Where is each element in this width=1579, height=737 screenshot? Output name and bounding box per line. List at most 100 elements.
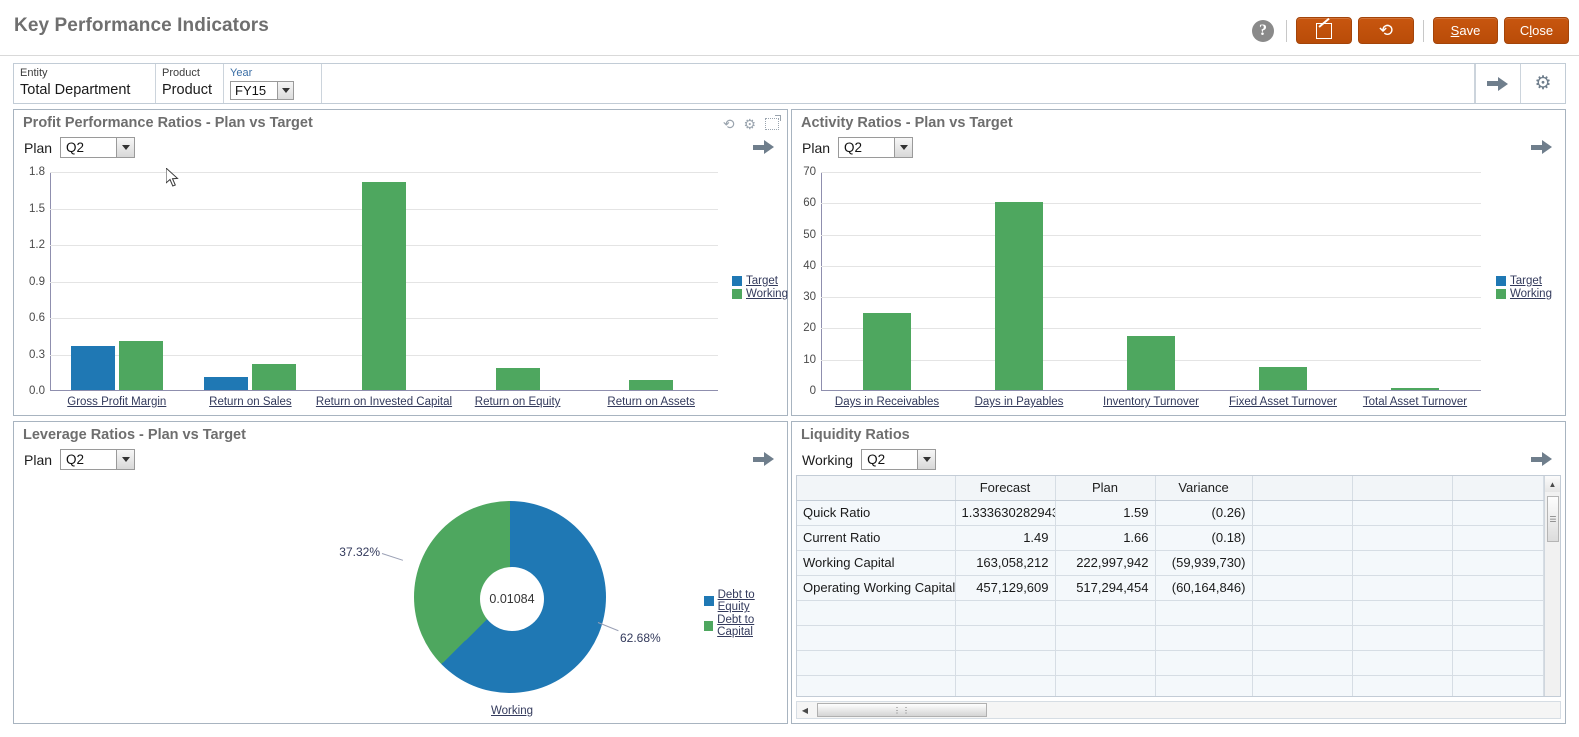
empty-cell[interactable] — [797, 625, 956, 651]
liquidity-grid[interactable]: Forecast Plan Variance Quick Ratio 1.333630… — [796, 475, 1561, 697]
empty-cell[interactable] — [1155, 600, 1253, 626]
liquidity-working-select[interactable]: Q2 — [861, 449, 937, 470]
column-header-variance[interactable]: Variance — [1155, 476, 1253, 501]
empty-cell[interactable] — [1252, 600, 1353, 626]
empty-cell[interactable] — [1155, 650, 1253, 676]
help-icon[interactable]: ? — [1252, 19, 1274, 42]
scroll-up-icon[interactable]: ▲ — [1545, 476, 1560, 492]
empty-cell[interactable] — [1452, 500, 1544, 526]
empty-cell[interactable] — [1352, 500, 1453, 526]
x-axis-category-label[interactable]: Gross Profit Margin — [67, 396, 166, 408]
empty-cell[interactable] — [1452, 675, 1544, 696]
empty-cell[interactable] — [1352, 525, 1453, 551]
variance-cell[interactable]: (0.26) — [1155, 500, 1253, 526]
variance-cell[interactable]: (60,164,846) — [1155, 575, 1253, 601]
empty-cell[interactable] — [955, 675, 1056, 696]
forecast-cell[interactable]: 457,129,609 — [955, 575, 1056, 601]
legend-item[interactable]: Working — [732, 288, 788, 300]
empty-cell[interactable] — [797, 675, 956, 696]
refresh-icon[interactable]: ⟳ — [723, 116, 735, 132]
pov-settings-button[interactable]: ⚙ — [1520, 64, 1565, 103]
horizontal-scrollbar[interactable]: ◀ ⋮⋮ — [796, 701, 1561, 719]
leverage-plan-select[interactable]: Q2 — [60, 449, 136, 470]
scroll-left-icon[interactable]: ◀ — [797, 702, 813, 718]
x-axis-category-label[interactable]: Inventory Turnover — [1103, 396, 1199, 408]
save-button[interactable]: Save — [1433, 17, 1498, 44]
grid-expand-icon[interactable] — [765, 115, 781, 130]
empty-cell[interactable] — [1055, 625, 1156, 651]
empty-cell[interactable] — [1155, 625, 1253, 651]
pov-go-button[interactable] — [1475, 64, 1520, 103]
empty-cell[interactable] — [1452, 525, 1544, 551]
panel-liquidity-go-button[interactable] — [1531, 452, 1553, 471]
column-header-forecast[interactable]: Forecast — [955, 476, 1056, 501]
empty-cell[interactable] — [1252, 575, 1353, 601]
x-axis-category-label[interactable]: Return on Equity — [475, 396, 561, 408]
empty-cell[interactable] — [1452, 625, 1544, 651]
panel-profit-go-button[interactable] — [753, 140, 775, 159]
empty-cell[interactable] — [797, 650, 956, 676]
refresh-button[interactable]: ⟳ — [1358, 17, 1414, 44]
empty-cell[interactable] — [1352, 675, 1453, 696]
empty-cell[interactable] — [1252, 500, 1353, 526]
empty-cell[interactable] — [955, 600, 1056, 626]
vertical-scrollbar[interactable]: ▲ ☰ — [1544, 476, 1560, 696]
empty-cell[interactable] — [955, 650, 1056, 676]
plan-cell[interactable]: 517,294,454 — [1055, 575, 1156, 601]
x-axis-category-label[interactable]: Return on Assets — [607, 396, 695, 408]
x-axis-category-label[interactable]: Return on Sales — [209, 396, 291, 408]
empty-cell[interactable] — [1055, 600, 1156, 626]
variance-cell[interactable]: (59,939,730) — [1155, 550, 1253, 576]
empty-cell[interactable] — [1252, 650, 1353, 676]
empty-cell[interactable] — [955, 625, 1056, 651]
empty-cell[interactable] — [1352, 600, 1453, 626]
x-axis-category-label[interactable]: Return on Invested Capital — [316, 396, 452, 408]
x-axis-category-label[interactable]: Days in Payables — [975, 396, 1064, 408]
horizontal-scroll-thumb[interactable]: ⋮⋮ — [817, 703, 987, 717]
column-header-blank[interactable] — [1352, 476, 1453, 501]
empty-cell[interactable] — [1452, 600, 1544, 626]
x-axis-category-label[interactable]: Days in Receivables — [835, 396, 939, 408]
pov-product[interactable]: Product Product — [156, 64, 224, 103]
forecast-cell[interactable]: 163,058,212 — [955, 550, 1056, 576]
donut-x-label[interactable]: Working — [491, 705, 533, 717]
variance-cell[interactable]: (0.18) — [1155, 525, 1253, 551]
year-select[interactable]: FY15 — [230, 81, 294, 100]
pov-entity[interactable]: Entity Total Department — [14, 64, 156, 103]
column-header-plan[interactable]: Plan — [1055, 476, 1156, 501]
plan-cell[interactable]: 1.66 — [1055, 525, 1156, 551]
edit-button[interactable] — [1296, 17, 1352, 44]
gear-icon[interactable]: ⚙ — [743, 117, 756, 131]
legend-item[interactable]: Working — [1496, 288, 1552, 300]
empty-cell[interactable] — [1452, 575, 1544, 601]
vertical-scroll-thumb[interactable]: ☰ — [1547, 496, 1559, 542]
empty-cell[interactable] — [1452, 650, 1544, 676]
row-header-cell[interactable]: Operating Working Capital — [797, 575, 956, 601]
empty-cell[interactable] — [1352, 625, 1453, 651]
empty-cell[interactable] — [1252, 625, 1353, 651]
profit-plan-select[interactable]: Q2 — [60, 137, 136, 158]
legend-item[interactable]: Target — [1496, 275, 1552, 287]
plan-cell[interactable]: 1.59 — [1055, 500, 1156, 526]
empty-cell[interactable] — [1452, 550, 1544, 576]
empty-cell[interactable] — [1252, 525, 1353, 551]
empty-cell[interactable] — [797, 600, 956, 626]
empty-cell[interactable] — [1055, 650, 1156, 676]
legend-item[interactable]: Debt to Equity — [704, 589, 787, 613]
row-header-cell[interactable]: Current Ratio — [797, 525, 956, 551]
activity-plan-select[interactable]: Q2 — [838, 137, 914, 158]
empty-cell[interactable] — [1155, 675, 1253, 696]
panel-leverage-go-button[interactable] — [753, 452, 775, 471]
empty-cell[interactable] — [1055, 675, 1156, 696]
row-header-cell[interactable]: Quick Ratio — [797, 500, 956, 526]
x-axis-category-label[interactable]: Total Asset Turnover — [1363, 396, 1467, 408]
plan-cell[interactable]: 222,997,942 — [1055, 550, 1156, 576]
panel-activity-go-button[interactable] — [1531, 140, 1553, 159]
empty-cell[interactable] — [1352, 575, 1453, 601]
legend-item[interactable]: Debt to Capital — [704, 614, 787, 638]
row-header-cell[interactable]: Working Capital — [797, 550, 956, 576]
forecast-cell[interactable]: 1.333630282943 — [955, 500, 1056, 526]
column-header-blank[interactable] — [1252, 476, 1353, 501]
empty-cell[interactable] — [1252, 675, 1353, 696]
column-header-blank[interactable] — [797, 476, 956, 501]
